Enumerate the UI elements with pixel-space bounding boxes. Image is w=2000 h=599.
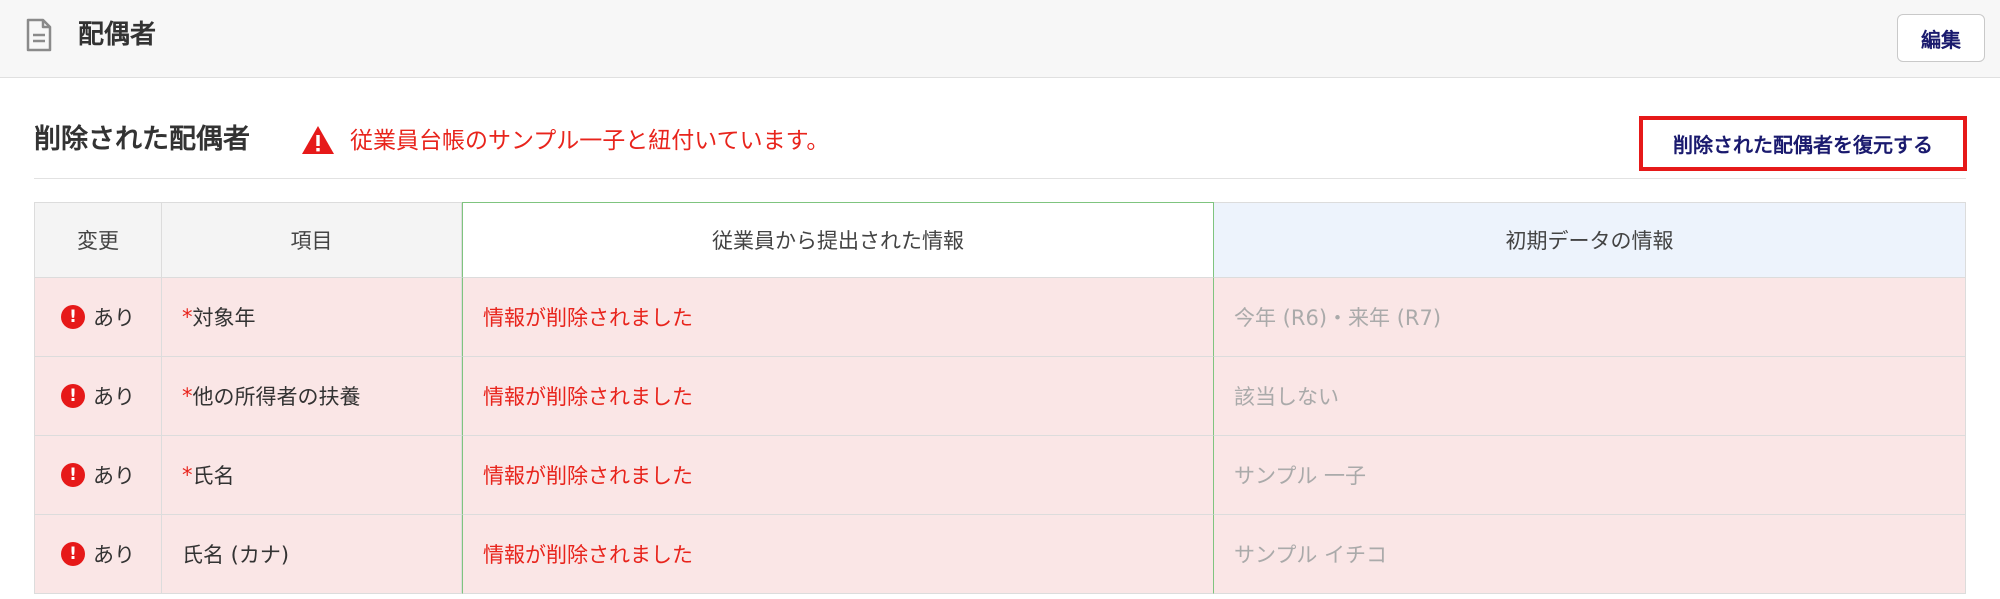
deleted-spouse-title: 削除された配偶者 [34,124,250,155]
submitted-value: 情報が削除されました [462,436,1214,515]
initial-value: サンプル 一子 [1214,436,1966,515]
page-title: 配偶者 [78,20,157,50]
item-cell: * 対象年 [162,278,462,357]
item-label: 氏名 (カナ) [182,543,290,567]
item-label: 他の所得者の扶養 [192,385,361,409]
edit-button[interactable]: 編集 [1897,14,1985,62]
change-cell: ! あり [34,278,162,357]
link-warning-text: 従業員台帳のサンプル一子と紐付いています。 [350,128,830,154]
table-row: ! あり 氏名 (カナ) 情報が削除されました サンプル イチコ [34,515,1966,594]
required-mark: * [182,305,193,329]
item-label: 氏名 [192,464,235,488]
column-header-item: 項目 [162,202,462,278]
column-header-change: 変更 [34,202,162,278]
document-icon [26,18,52,52]
submitted-value: 情報が削除されました [462,515,1214,594]
submitted-value: 情報が削除されました [462,357,1214,436]
restore-deleted-spouse-button[interactable]: 削除された配偶者を復元する [1639,116,1967,171]
column-header-initial: 初期データの情報 [1214,202,1966,278]
submitted-value: 情報が削除されました [462,278,1214,357]
required-mark: * [182,463,193,487]
change-cell: ! あり [34,436,162,515]
change-label: あり [93,306,135,330]
table-row: ! あり * 他の所得者の扶養 情報が削除されました 該当しない [34,357,1966,436]
table-row: ! あり * 対象年 情報が削除されました 今年 (R6)・来年 (R7) [34,278,1966,357]
change-cell: ! あり [34,357,162,436]
comparison-table: 変更 項目 従業員から提出された情報 初期データの情報 ! あり * 対象年 情… [34,202,1966,594]
item-cell: * 他の所得者の扶養 [162,357,462,436]
table-header-row: 変更 項目 従業員から提出された情報 初期データの情報 [34,202,1966,278]
exclamation-circle-icon: ! [61,463,85,487]
item-label: 対象年 [192,306,256,330]
change-label: あり [93,385,135,409]
change-label: あり [93,464,135,488]
exclamation-circle-icon: ! [61,305,85,329]
column-header-submitted: 従業員から提出された情報 [462,202,1214,278]
change-cell: ! あり [34,515,162,594]
initial-value: サンプル イチコ [1214,515,1966,594]
initial-value: 該当しない [1214,357,1966,436]
initial-value: 今年 (R6)・来年 (R7) [1214,278,1966,357]
section-header: 配偶者 編集 [0,0,2000,78]
exclamation-circle-icon: ! [61,542,85,566]
table-row: ! あり * 氏名 情報が削除されました サンプル 一子 [34,436,1966,515]
divider [34,178,1966,179]
item-cell: * 氏名 [162,436,462,515]
change-label: あり [93,543,135,567]
item-cell: 氏名 (カナ) [162,515,462,594]
exclamation-circle-icon: ! [61,384,85,408]
warning-triangle-icon [302,126,334,154]
required-mark: * [182,384,193,408]
